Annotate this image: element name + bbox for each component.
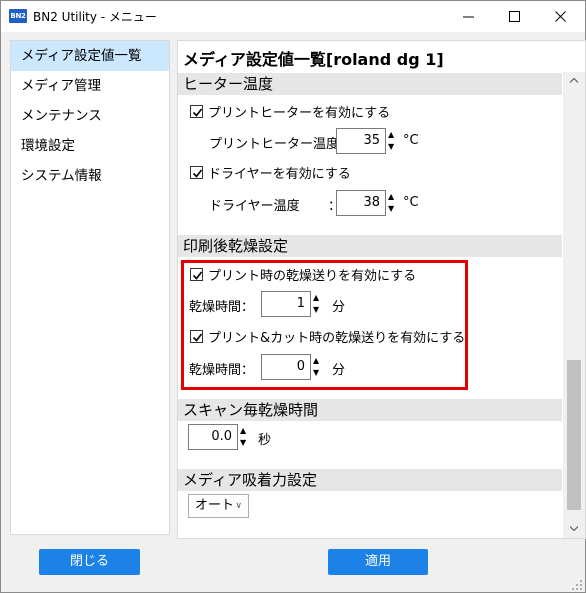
maximize-icon xyxy=(509,11,520,22)
checkbox-box xyxy=(190,267,203,281)
printcut-dry-time-label: 乾燥時間： xyxy=(189,363,255,378)
checkmark-icon xyxy=(192,333,203,342)
printcut-dry-feed-checkbox[interactable]: プリント&カット時の乾燥送りを有効にする xyxy=(190,326,465,346)
print-heater-temp-label: プリントヒーター温度： xyxy=(209,137,353,152)
print-dry-time-unit: 分 xyxy=(332,300,346,315)
scan-dry-time-stepper[interactable]: 0.0 ▲ ▼ xyxy=(188,424,251,450)
printcut-dry-time-stepper[interactable]: 0 ▲ ▼ xyxy=(261,354,324,380)
print-dry-time-label: 乾燥時間： xyxy=(189,300,255,315)
scroll-thumb[interactable] xyxy=(567,360,581,510)
checkmark-icon xyxy=(192,169,203,178)
sidebar-item-system-info[interactable]: システム情報 xyxy=(11,161,169,191)
checkbox-box xyxy=(190,165,203,179)
scroll-down-button[interactable] xyxy=(563,520,585,538)
maximize-button[interactable] xyxy=(492,1,538,32)
stepper-arrows[interactable]: ▲ ▼ xyxy=(386,128,399,154)
checkmark-icon xyxy=(192,271,203,280)
stepper-up-icon[interactable]: ▲ xyxy=(313,356,324,366)
print-heater-temp-stepper[interactable]: 35 ▲ ▼ xyxy=(336,128,399,154)
section-header-heater: ヒーター温度 xyxy=(178,73,562,95)
printcut-dry-time-unit: 分 xyxy=(332,363,346,378)
close-window-button[interactable] xyxy=(538,1,584,32)
print-heater-enable-label: プリントヒーターを有効にする xyxy=(208,105,391,121)
dryer-temp-label: ドライヤー温度 xyxy=(209,199,300,214)
close-button[interactable]: 閉じる xyxy=(39,549,140,575)
dryer-temp-value[interactable]: 38 xyxy=(336,190,386,216)
print-heater-temp-value[interactable]: 35 xyxy=(336,128,386,154)
print-dry-time-value[interactable]: 1 xyxy=(261,291,311,317)
checkmark-icon xyxy=(192,108,203,117)
section-header-after-print-dry: 印刷後乾燥設定 xyxy=(178,235,562,257)
stepper-up-icon[interactable]: ▲ xyxy=(313,293,324,303)
stepper-arrows[interactable]: ▲ ▼ xyxy=(311,291,324,317)
apply-button[interactable]: 適用 xyxy=(328,549,428,575)
checkbox-box xyxy=(190,104,203,118)
section-header-media-suction: メディア吸着力設定 xyxy=(178,469,562,491)
media-suction-select[interactable]: オート ∨ xyxy=(188,494,249,518)
stepper-up-icon[interactable]: ▲ xyxy=(240,426,251,436)
settings-panel: メディア設定値一覧[roland dg 1] ヒーター温度 プリントヒーターを有… xyxy=(177,40,586,539)
checkbox-box xyxy=(190,329,203,343)
app-window: BN2 BN2 Utility - メニュー メディア設定値一覧 メディア管理 … xyxy=(0,0,586,593)
scan-dry-time-unit: 秒 xyxy=(258,433,272,448)
stepper-up-icon[interactable]: ▲ xyxy=(388,130,399,140)
resize-grip-icon[interactable] xyxy=(571,579,583,591)
stepper-arrows[interactable]: ▲ ▼ xyxy=(311,354,324,380)
dryer-enable-label: ドライヤーを有効にする xyxy=(208,166,351,182)
stepper-down-icon[interactable]: ▼ xyxy=(240,438,251,448)
scroll-up-button[interactable] xyxy=(563,72,585,90)
sidebar-item-media-management[interactable]: メディア管理 xyxy=(11,71,169,101)
settings-scroll-area: ヒーター温度 プリントヒーターを有効にする プリントヒーター温度： 35 ▲ ▼… xyxy=(178,72,562,538)
scroll-down-icon xyxy=(570,526,578,531)
scroll-up-icon xyxy=(570,78,578,83)
dryer-temp-unit: °C xyxy=(403,195,419,210)
minimize-icon xyxy=(463,16,474,18)
app-logo-icon: BN2 xyxy=(9,9,27,23)
stepper-arrows[interactable]: ▲ ▼ xyxy=(386,190,399,216)
scan-dry-time-value[interactable]: 0.0 xyxy=(188,424,238,450)
stepper-down-icon[interactable]: ▼ xyxy=(313,305,324,315)
window-title: BN2 Utility - メニュー xyxy=(33,10,157,24)
stepper-up-icon[interactable]: ▲ xyxy=(388,192,399,202)
chevron-down-icon: ∨ xyxy=(235,501,242,511)
sidebar-item-media-settings-list[interactable]: メディア設定値一覧 xyxy=(11,41,169,71)
sidebar-item-maintenance[interactable]: メンテナンス xyxy=(11,101,169,131)
media-suction-selected-value: オート xyxy=(195,498,235,513)
section-header-scan-dry: スキャン毎乾燥時間 xyxy=(178,399,562,421)
dryer-temp-stepper[interactable]: 38 ▲ ▼ xyxy=(336,190,399,216)
printcut-dry-time-value[interactable]: 0 xyxy=(261,354,311,380)
print-heater-enable-checkbox[interactable]: プリントヒーターを有効にする xyxy=(190,101,390,121)
print-dry-time-stepper[interactable]: 1 ▲ ▼ xyxy=(261,291,324,317)
page-title: メディア設定値一覧[roland dg 1] xyxy=(183,50,444,69)
stepper-down-icon[interactable]: ▼ xyxy=(313,368,324,378)
print-heater-temp-unit: °C xyxy=(403,133,419,148)
minimize-button[interactable] xyxy=(446,1,492,32)
sidebar: メディア設定値一覧 メディア管理 メンテナンス 環境設定 システム情報 xyxy=(10,40,170,535)
stepper-arrows[interactable]: ▲ ▼ xyxy=(238,424,251,450)
close-icon xyxy=(555,11,566,22)
dryer-enable-checkbox[interactable]: ドライヤーを有効にする xyxy=(190,162,351,182)
vertical-scrollbar[interactable] xyxy=(563,72,585,538)
printcut-dry-feed-label: プリント&カット時の乾燥送りを有効にする xyxy=(208,330,466,346)
print-dry-feed-checkbox[interactable]: プリント時の乾燥送りを有効にする xyxy=(190,264,416,284)
sidebar-item-environment-settings[interactable]: 環境設定 xyxy=(11,131,169,161)
stepper-down-icon[interactable]: ▼ xyxy=(388,204,399,214)
title-bar: BN2 BN2 Utility - メニュー xyxy=(1,1,585,32)
print-dry-feed-label: プリント時の乾燥送りを有効にする xyxy=(208,268,417,284)
stepper-down-icon[interactable]: ▼ xyxy=(388,142,399,152)
